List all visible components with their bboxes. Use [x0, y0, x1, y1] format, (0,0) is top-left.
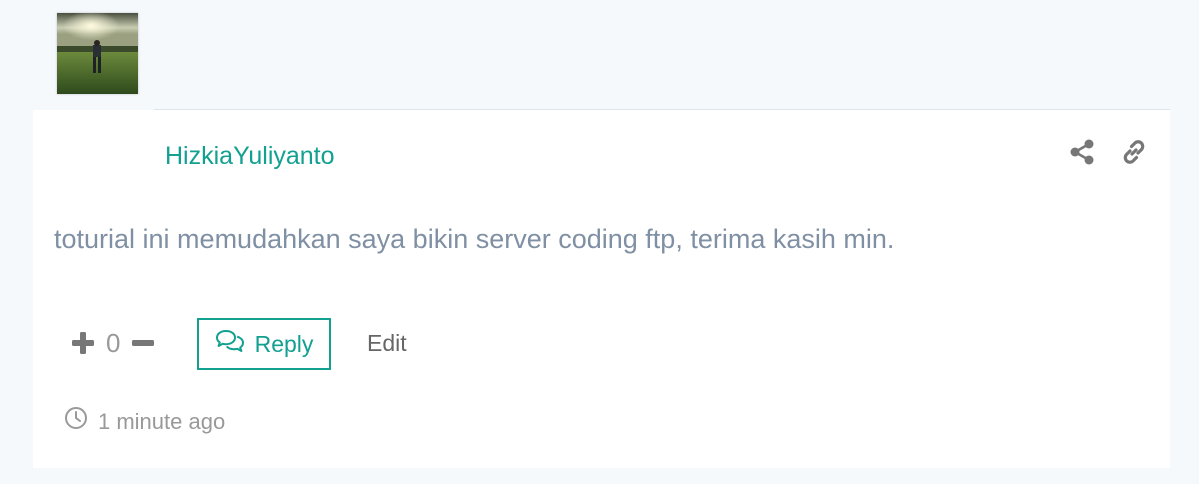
- vote-count: 0: [106, 328, 121, 358]
- clock-icon: [64, 406, 88, 437]
- plus-icon[interactable]: [70, 330, 96, 356]
- comment-head-actions: [1066, 136, 1150, 168]
- link-icon[interactable]: [1118, 136, 1150, 168]
- comment-author[interactable]: HizkiaYuliyanto: [165, 140, 335, 172]
- reply-button[interactable]: Reply: [197, 318, 331, 370]
- reply-button-label: Reply: [254, 330, 314, 357]
- avatar-image: [57, 13, 138, 94]
- comments-icon: [215, 329, 245, 359]
- comment-text: toturial ini memudahkan saya bikin serve…: [54, 224, 895, 254]
- share-icon[interactable]: [1066, 136, 1098, 168]
- timestamp-text: 1 minute ago: [98, 408, 226, 434]
- minus-icon[interactable]: [130, 330, 156, 356]
- edit-link[interactable]: Edit: [367, 328, 407, 358]
- comment-timestamp: 1 minute ago: [64, 406, 225, 437]
- vote-controls: 0: [70, 326, 156, 360]
- avatar: [57, 13, 138, 94]
- comment-card: HizkiaYuliyanto toturial ini memudahkan …: [33, 110, 1170, 468]
